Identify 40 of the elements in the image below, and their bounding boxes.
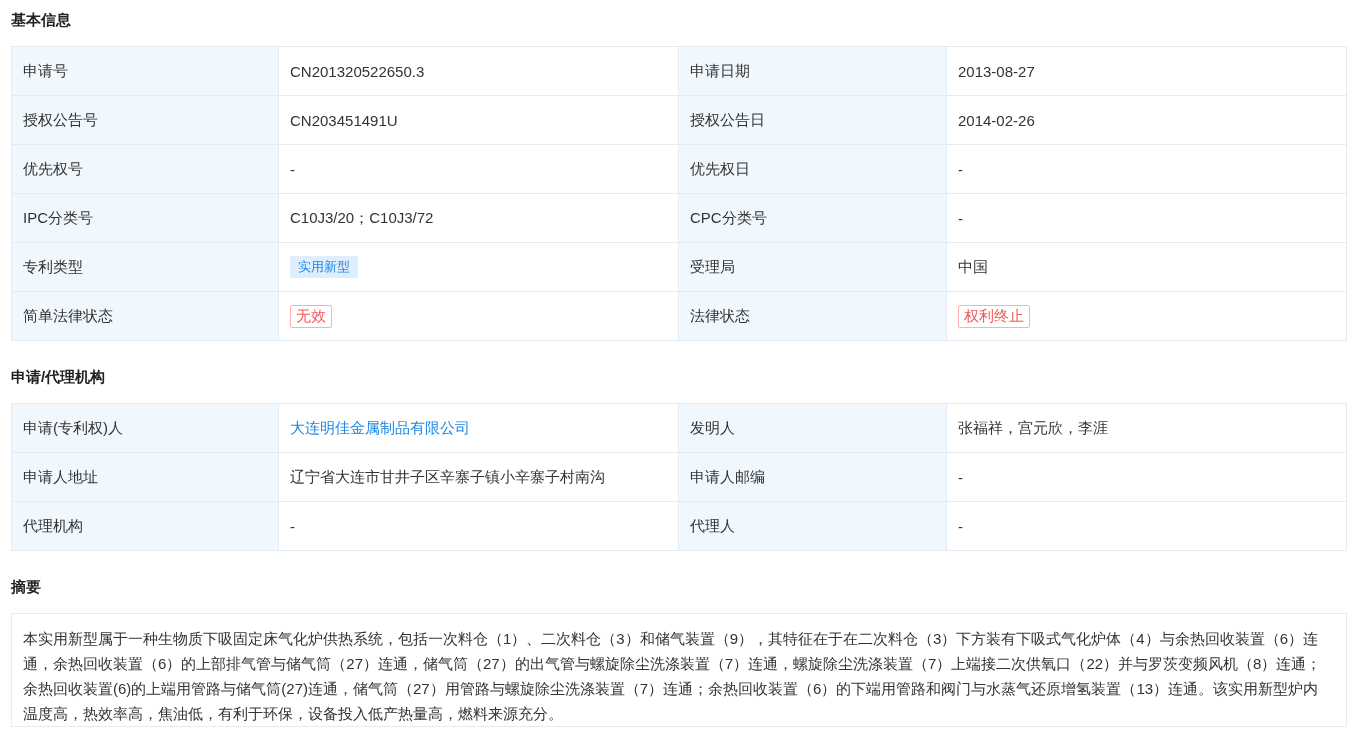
value-text: - [290, 517, 295, 535]
label-cell: 受理局 [679, 243, 947, 292]
value-text: C10J3/20；C10J3/72 [290, 208, 434, 228]
label-cell: 申请人邮编 [679, 453, 947, 502]
label-cell: 申请人地址 [12, 453, 279, 502]
section-title: 申请/代理机构 [11, 367, 107, 387]
label-cell: 代理机构 [12, 502, 279, 551]
label-cell: 代理人 [679, 502, 947, 551]
type-tag: 实用新型 [290, 256, 358, 278]
section-title: 摘要 [11, 577, 42, 597]
value-text: 2013-08-27 [958, 62, 1035, 80]
value-text: CN201320522650.3 [290, 62, 425, 80]
label-cell: 授权公告号 [12, 96, 279, 145]
value-text: - [958, 209, 963, 227]
label-cell: 申请号 [12, 47, 279, 96]
value-text: - [958, 517, 963, 535]
value-text: CN203451491U [290, 111, 398, 129]
label-cell: 发明人 [679, 404, 947, 453]
value-text: 辽宁省大连市甘井子区辛寨子镇小辛寨子村南沟 [290, 467, 605, 487]
label-cell: 简单法律状态 [12, 292, 279, 341]
label-cell: 优先权日 [679, 145, 947, 194]
value-text: - [958, 160, 963, 178]
status-tag: 权利终止 [958, 304, 1030, 328]
label-cell: 专利类型 [12, 243, 279, 292]
value-text: 2014-02-26 [958, 111, 1035, 129]
value-text: 张福祥，宫元欣，李涯 [958, 418, 1108, 438]
label-cell: 申请日期 [679, 47, 947, 96]
value-text: 中国 [958, 257, 988, 277]
label-cell: 授权公告日 [679, 96, 947, 145]
label-cell: 优先权号 [12, 145, 279, 194]
company-link[interactable]: 大连明佳金属制品有限公司 [290, 418, 470, 438]
status-tag: 无效 [290, 304, 332, 328]
value-text: - [290, 160, 295, 178]
label-cell: IPC分类号 [12, 194, 279, 243]
value-text: - [958, 468, 963, 486]
label-cell: CPC分类号 [679, 194, 947, 243]
section-title: 基本信息 [11, 10, 72, 30]
label-cell: 法律状态 [679, 292, 947, 341]
label-cell: 申请(专利权)人 [12, 404, 279, 453]
abstract-text: 本实用新型属于一种生物质下吸固定床气化炉供热系统，包括一次料仓（1）、二次料仓（3）和储气装置（9），其特征在于在二次料仓（3）下方装有下吸式气化炉体（4）与余热回收装置（6）连通，余热回收装置（6）的上部排气管与储气筒（27）连通，储气筒（27）的出气管与螺旋除尘洗涤装置（7）连通，螺旋除尘洗涤装置（7）上端接二次供氧口（22）并与罗茨变频风机（8）连通；余热回收装置(6)的上端用管路与储气筒(27)连通，储气筒（27）用管路与螺旋除尘洗涤装置（7）连通；余热回收装置（6）的下端用管路和阀门与水蒸气还原增氢装置（13）连通。该实用新型炉内温度高，热效率高，焦油低，有利于环保，设备投入低产热量高，燃料来源充分。 [23, 629, 1323, 724]
